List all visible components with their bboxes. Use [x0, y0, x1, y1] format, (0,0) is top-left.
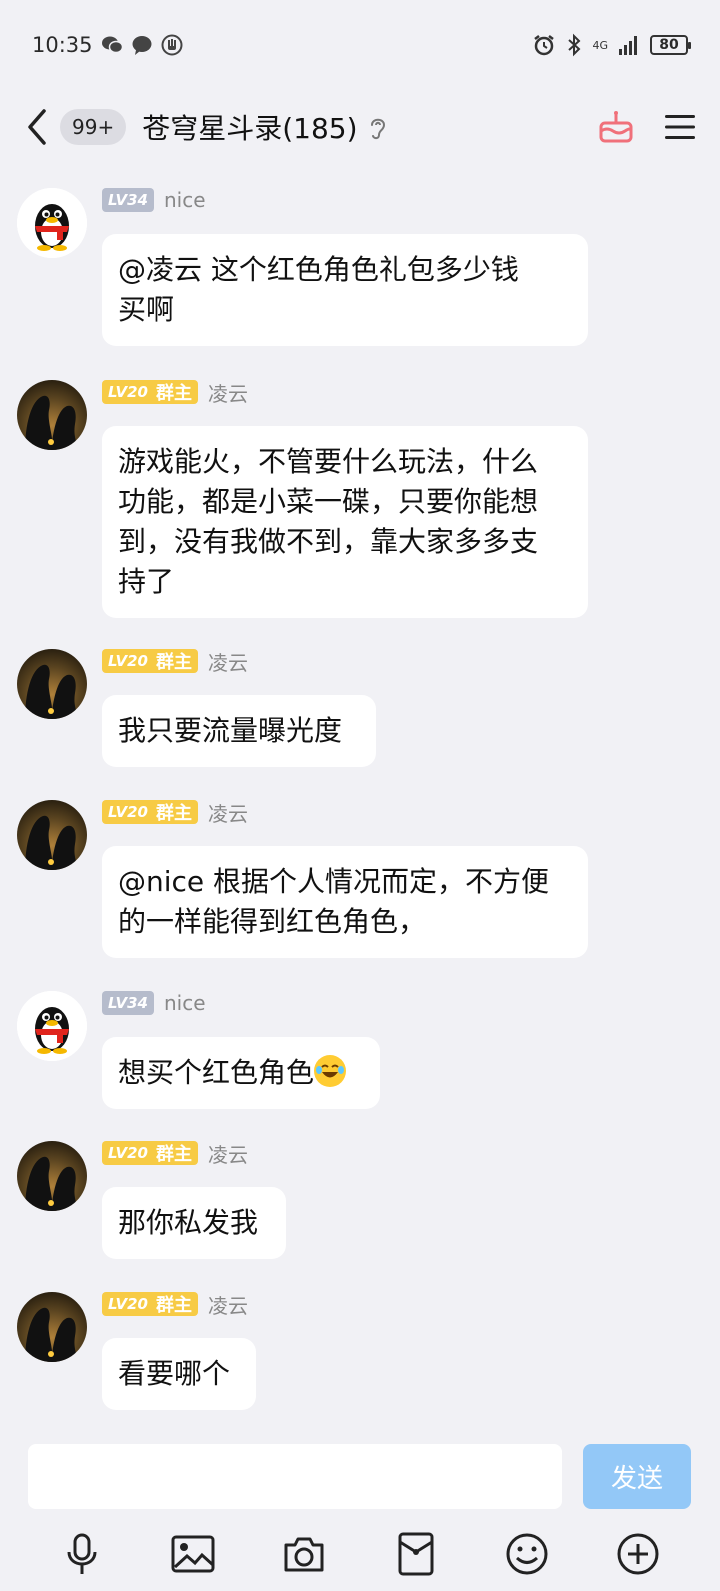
message-text-line: 买啊: [118, 293, 175, 326]
sender-name[interactable]: 凌云: [208, 378, 248, 407]
group-title[interactable]: 苍穹星斗录(185): [142, 107, 357, 147]
sender-name[interactable]: 凌云: [208, 798, 248, 827]
level-badge: LV20 群主: [102, 1292, 198, 1316]
message-bubble[interactable]: 想买个红色角色: [102, 1037, 380, 1109]
avatar[interactable]: [17, 1292, 87, 1362]
alarm-icon: [534, 35, 555, 56]
message-text-line: 那你私发我: [118, 1206, 259, 1239]
message-bubble[interactable]: @凌云 这个红色角色礼包多少钱 买啊: [102, 234, 588, 346]
message-meta: LV20 群主 凌云: [102, 1290, 248, 1319]
input-toolbar: [0, 1530, 720, 1578]
message-meta: LV20 群主 凌云: [102, 378, 248, 407]
status-bar: 10:35 4G 80: [0, 0, 720, 90]
status-time: 10:35: [32, 33, 93, 57]
level-text: LV20: [108, 1144, 148, 1162]
level-text: LV20: [108, 652, 148, 670]
plus-icon[interactable]: [614, 1530, 662, 1578]
message-bubble[interactable]: 我只要流量曝光度: [102, 695, 376, 767]
message-bubble[interactable]: 那你私发我: [102, 1187, 286, 1259]
unread-badge[interactable]: 99+: [60, 109, 127, 145]
message-bubble[interactable]: @nice 根据个人情况而定，不方便 的一样能得到红色角色，: [102, 846, 588, 958]
message-input[interactable]: [28, 1444, 562, 1509]
avatar[interactable]: [17, 1141, 87, 1211]
level-text: LV34: [108, 191, 148, 209]
message-text-line: 的一样能得到红色角色，: [118, 905, 427, 938]
role-label: 群主: [155, 1295, 192, 1316]
message-meta: LV20 群主 凌云: [102, 1139, 248, 1168]
level-text: LV20: [108, 803, 148, 821]
chat-header: 99+ 苍穹星斗录(185): [0, 90, 720, 164]
bluetooth-icon: [568, 33, 581, 57]
sender-name[interactable]: 凌云: [208, 1290, 248, 1319]
message-meta: LV20 群主 凌云: [102, 798, 248, 827]
message-meta: LV34 nice: [102, 188, 206, 212]
input-area: 发送: [0, 1434, 720, 1591]
level-text: LV20: [108, 1295, 148, 1313]
message-text-line: @凌云 这个红色角色礼包多少钱: [118, 253, 519, 286]
ear-icon[interactable]: [366, 113, 390, 141]
red-packet-icon[interactable]: [392, 1530, 440, 1578]
message-text-line: @nice 根据个人情况而定，不方便: [118, 865, 550, 898]
level-badge: LV20 群主: [102, 800, 198, 824]
battery-indicator: 80: [650, 35, 691, 55]
level-text: LV34: [108, 994, 148, 1012]
tears-of-joy-emoji-icon: [314, 1055, 347, 1087]
message-text-line: 想买个红色角色: [118, 1053, 364, 1093]
hand-icon: [161, 34, 183, 56]
message-text-line: 功能，都是小菜一碟，只要你能想: [118, 485, 539, 518]
message-icon: [132, 36, 152, 55]
back-button[interactable]: [24, 107, 56, 147]
network-type: 4G: [592, 38, 608, 52]
avatar[interactable]: [17, 991, 87, 1061]
message-bubble[interactable]: 游戏能火，不管要什么玩法，什么 功能，都是小菜一碟，只要你能想 到，没有我做不到，靠…: [102, 426, 588, 618]
sender-name[interactable]: 凌云: [208, 647, 248, 676]
sender-name[interactable]: 凌云: [208, 1139, 248, 1168]
role-label: 群主: [155, 383, 192, 404]
avatar[interactable]: [17, 380, 87, 450]
message-list[interactable]: LV34 nice @凌云 这个红色角色礼包多少钱 买啊 LV20 群主 凌云 游戏能火，不管…: [0, 164, 720, 1434]
message-meta: LV20 群主 凌云: [102, 647, 248, 676]
message-text-line: 我只要流量曝光度: [118, 714, 343, 747]
wechat-icon: [101, 36, 123, 54]
cake-icon[interactable]: [598, 109, 634, 145]
menu-icon[interactable]: [664, 113, 696, 141]
level-badge: LV20 群主: [102, 1141, 198, 1165]
chevron-left-icon: [28, 109, 46, 145]
role-label: 群主: [155, 803, 192, 824]
message-text-line: 游戏能火，不管要什么玩法，什么: [118, 445, 539, 478]
image-icon[interactable]: [169, 1530, 217, 1578]
role-label: 群主: [155, 1144, 192, 1165]
message-text-line: 看要哪个: [118, 1357, 231, 1390]
message-text-line: 持了: [118, 565, 175, 598]
role-label: 群主: [155, 652, 192, 673]
level-badge: LV34: [102, 991, 154, 1015]
message-bubble[interactable]: 看要哪个: [102, 1338, 256, 1410]
sender-name[interactable]: nice: [164, 188, 206, 212]
microphone-icon[interactable]: [58, 1530, 106, 1578]
avatar[interactable]: [17, 188, 87, 258]
message-meta: LV34 nice: [102, 991, 206, 1015]
level-badge: LV20 群主: [102, 649, 198, 673]
avatar[interactable]: [17, 800, 87, 870]
level-badge: LV20 群主: [102, 380, 198, 404]
signal-icon: [619, 36, 637, 55]
level-text: LV20: [108, 383, 148, 401]
send-button[interactable]: 发送: [583, 1444, 691, 1509]
level-badge: LV34: [102, 188, 154, 212]
avatar[interactable]: [17, 649, 87, 719]
sender-name[interactable]: nice: [164, 991, 206, 1015]
emoji-icon[interactable]: [503, 1530, 551, 1578]
camera-icon[interactable]: [280, 1530, 328, 1578]
message-text-line: 到，没有我做不到，靠大家多多支: [118, 525, 539, 558]
